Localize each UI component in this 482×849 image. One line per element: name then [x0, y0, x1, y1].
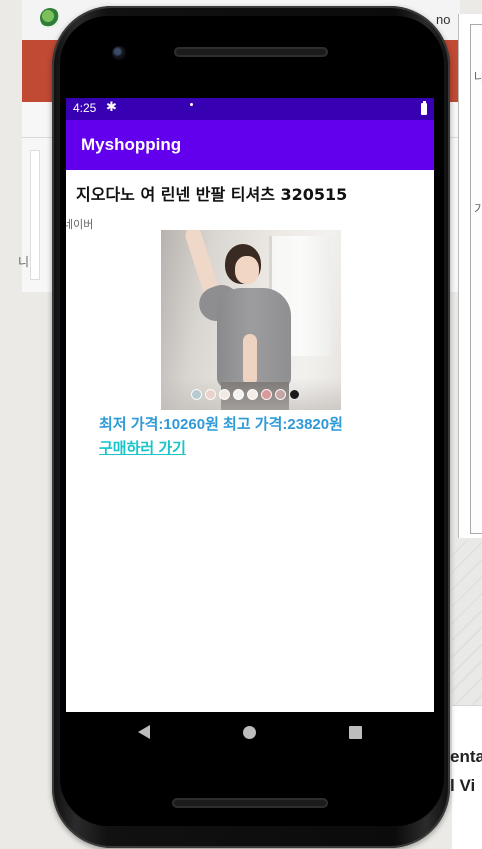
- battery-icon: [421, 101, 427, 115]
- back-triangle-icon[interactable]: [138, 725, 150, 739]
- app-screen: 4:25 ✱ Myshopping 지오다노 여 린넨 반팔 티셔츠 32051…: [66, 98, 434, 712]
- app-title: Myshopping: [81, 135, 182, 154]
- status-bar: 4:25 ✱: [66, 98, 434, 120]
- gear-icon: ✱: [106, 100, 117, 115]
- swatch-dot-7[interactable]: [275, 389, 286, 400]
- product-source: 네이버: [66, 218, 94, 231]
- background-left-text: 니: [18, 255, 30, 269]
- background-right-text-1: 나: [474, 70, 482, 84]
- background-right-text-2: 기: [474, 202, 482, 216]
- background-right-frame: [470, 24, 482, 534]
- buy-link[interactable]: 구매하러 가기: [99, 437, 186, 458]
- notification-dot-icon: [190, 103, 193, 106]
- color-swatch-indicators: [191, 389, 300, 400]
- swatch-dot-1[interactable]: [191, 389, 202, 400]
- background-card: [30, 150, 40, 280]
- background-right-heading-1: enta: [450, 747, 482, 766]
- top-speaker-grille: [174, 47, 328, 57]
- product-title: 지오다노 여 린넨 반팔 티셔츠 320515: [76, 185, 348, 204]
- front-camera-icon: [112, 46, 126, 60]
- background-map-pattern: [452, 540, 482, 705]
- swatch-dot-8[interactable]: [289, 389, 300, 400]
- browser-tab-text: no: [436, 12, 451, 27]
- home-circle-icon[interactable]: [243, 726, 256, 739]
- swatch-dot-6[interactable]: [261, 389, 272, 400]
- bottom-speaker-grille: [172, 798, 328, 808]
- price-range-text: 최저 가격:10260원 최고 가격:23820원: [99, 416, 343, 433]
- background-right-heading-2: l Vi: [450, 776, 476, 795]
- swatch-dot-4[interactable]: [233, 389, 244, 400]
- app-bar: Myshopping: [66, 120, 434, 170]
- product-image-slider[interactable]: [161, 230, 341, 410]
- android-nav-bar: [66, 712, 434, 754]
- swatch-dot-2[interactable]: [205, 389, 216, 400]
- status-time: 4:25: [73, 101, 97, 115]
- photo-face: [235, 256, 259, 284]
- browser-favicon-icon: [40, 8, 60, 28]
- recent-square-icon[interactable]: [349, 726, 362, 739]
- swatch-dot-5[interactable]: [247, 389, 258, 400]
- swatch-dot-3[interactable]: [219, 389, 230, 400]
